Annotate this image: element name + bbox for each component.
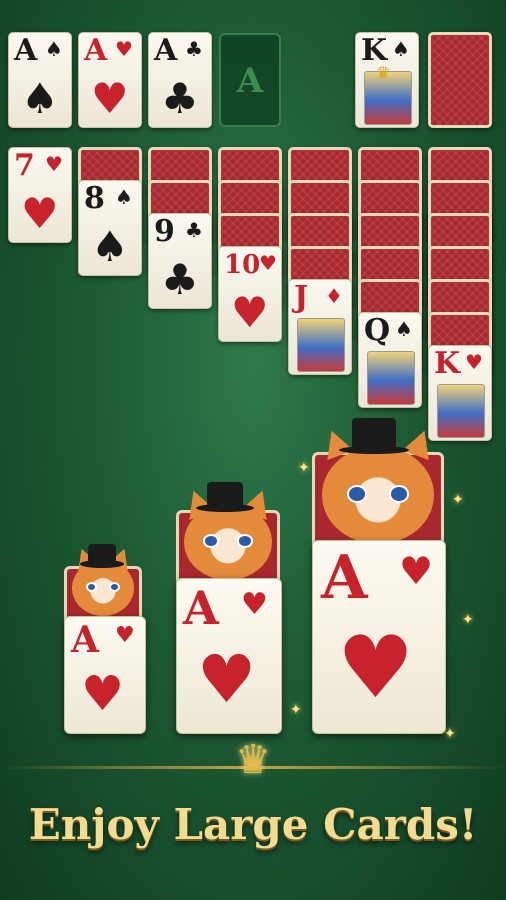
heart-icon: ♥ xyxy=(337,618,415,718)
sparkle-icon: ✦ xyxy=(290,702,302,718)
card-rank: 8 xyxy=(84,181,105,216)
sparkle-icon: ✦ xyxy=(462,612,474,628)
sparkle-icon: ✦ xyxy=(452,492,464,508)
club-icon: ♣ xyxy=(161,74,199,123)
tableau-card[interactable]: 8 ♠ ♠ xyxy=(78,180,142,276)
tableau-card[interactable]: J ♦ xyxy=(288,279,352,375)
card-rank: Q xyxy=(364,313,391,348)
card-rank: A xyxy=(84,33,108,68)
tableau-card[interactable]: 10 ♥ ♥ xyxy=(218,246,282,342)
sparkle-icon: ✦ xyxy=(444,726,456,742)
foundation-empty-slot[interactable]: A xyxy=(219,33,281,127)
foundation-hearts[interactable]: A ♥ ♥ xyxy=(78,32,142,128)
heart-icon: ♥ xyxy=(231,288,269,337)
spade-icon: ♠ xyxy=(392,37,410,61)
heart-icon: ♥ xyxy=(115,37,133,61)
card-rank: J xyxy=(294,280,309,315)
heart-icon: ♥ xyxy=(115,623,135,648)
sparkle-icon: ✦ xyxy=(298,460,310,476)
banner-title: Enjoy Large Cards! xyxy=(28,800,478,849)
top-hat-icon xyxy=(196,482,254,512)
stock-pile[interactable] xyxy=(428,32,492,128)
showcase-card-small: A ♥ ♥ xyxy=(64,616,146,734)
spade-icon: ♠ xyxy=(45,37,63,61)
club-icon: ♣ xyxy=(185,37,203,61)
card-rank: K xyxy=(434,346,461,381)
queen-face-art xyxy=(367,351,415,405)
showcase-card-medium: A ♥ ♥ xyxy=(176,578,282,734)
spade-icon: ♠ xyxy=(115,185,133,209)
heart-icon: ♥ xyxy=(45,152,63,176)
card-rank: A xyxy=(154,33,178,68)
card-rank: 7 xyxy=(14,148,35,183)
spade-icon: ♠ xyxy=(91,222,129,271)
heart-icon: ♥ xyxy=(91,74,129,123)
top-hat-icon xyxy=(79,544,125,568)
heart-icon: ♥ xyxy=(21,189,59,238)
tableau-card[interactable]: K ♥ xyxy=(428,345,492,441)
card-rank: 10 xyxy=(224,250,261,280)
card-rank: 9 xyxy=(154,214,175,249)
foundation-spades[interactable]: A ♠ ♠ xyxy=(8,32,72,128)
heart-icon: ♥ xyxy=(259,251,277,275)
jack-face-art xyxy=(297,318,345,372)
waste-card[interactable]: K ♠ ♛ xyxy=(355,32,419,128)
cat-mascot-small xyxy=(68,543,138,616)
cat-mascot-medium xyxy=(180,485,276,580)
heart-icon: ♥ xyxy=(465,350,483,374)
foundation-clubs[interactable]: A ♣ ♣ xyxy=(148,32,212,128)
heart-icon: ♥ xyxy=(399,549,434,593)
club-icon: ♣ xyxy=(161,255,199,304)
crown-icon: ♛ xyxy=(376,63,391,82)
crown-icon: ♛ xyxy=(235,737,271,783)
top-hat-icon xyxy=(338,418,410,454)
spade-icon: ♠ xyxy=(21,74,59,123)
diamond-icon: ♦ xyxy=(325,284,343,308)
card-rank: A xyxy=(183,581,219,635)
heart-icon: ♥ xyxy=(81,666,125,722)
tableau-card[interactable]: 9 ♣ ♣ xyxy=(148,213,212,309)
showcase-card-large: A ♥ ♥ xyxy=(312,540,446,734)
king-face-art xyxy=(437,384,485,438)
spade-icon: ♠ xyxy=(395,317,413,341)
tableau-card[interactable]: 7 ♥ ♥ xyxy=(8,147,72,243)
tableau-card[interactable]: Q ♠ xyxy=(358,312,422,408)
card-rank: A xyxy=(14,33,38,68)
foundation-slot-label: A xyxy=(236,61,264,101)
card-rank: A xyxy=(71,619,99,661)
heart-icon: ♥ xyxy=(197,641,257,718)
heart-icon: ♥ xyxy=(241,587,268,622)
club-icon: ♣ xyxy=(185,218,203,242)
cat-mascot-large xyxy=(318,425,438,544)
card-rank: A xyxy=(321,543,368,613)
